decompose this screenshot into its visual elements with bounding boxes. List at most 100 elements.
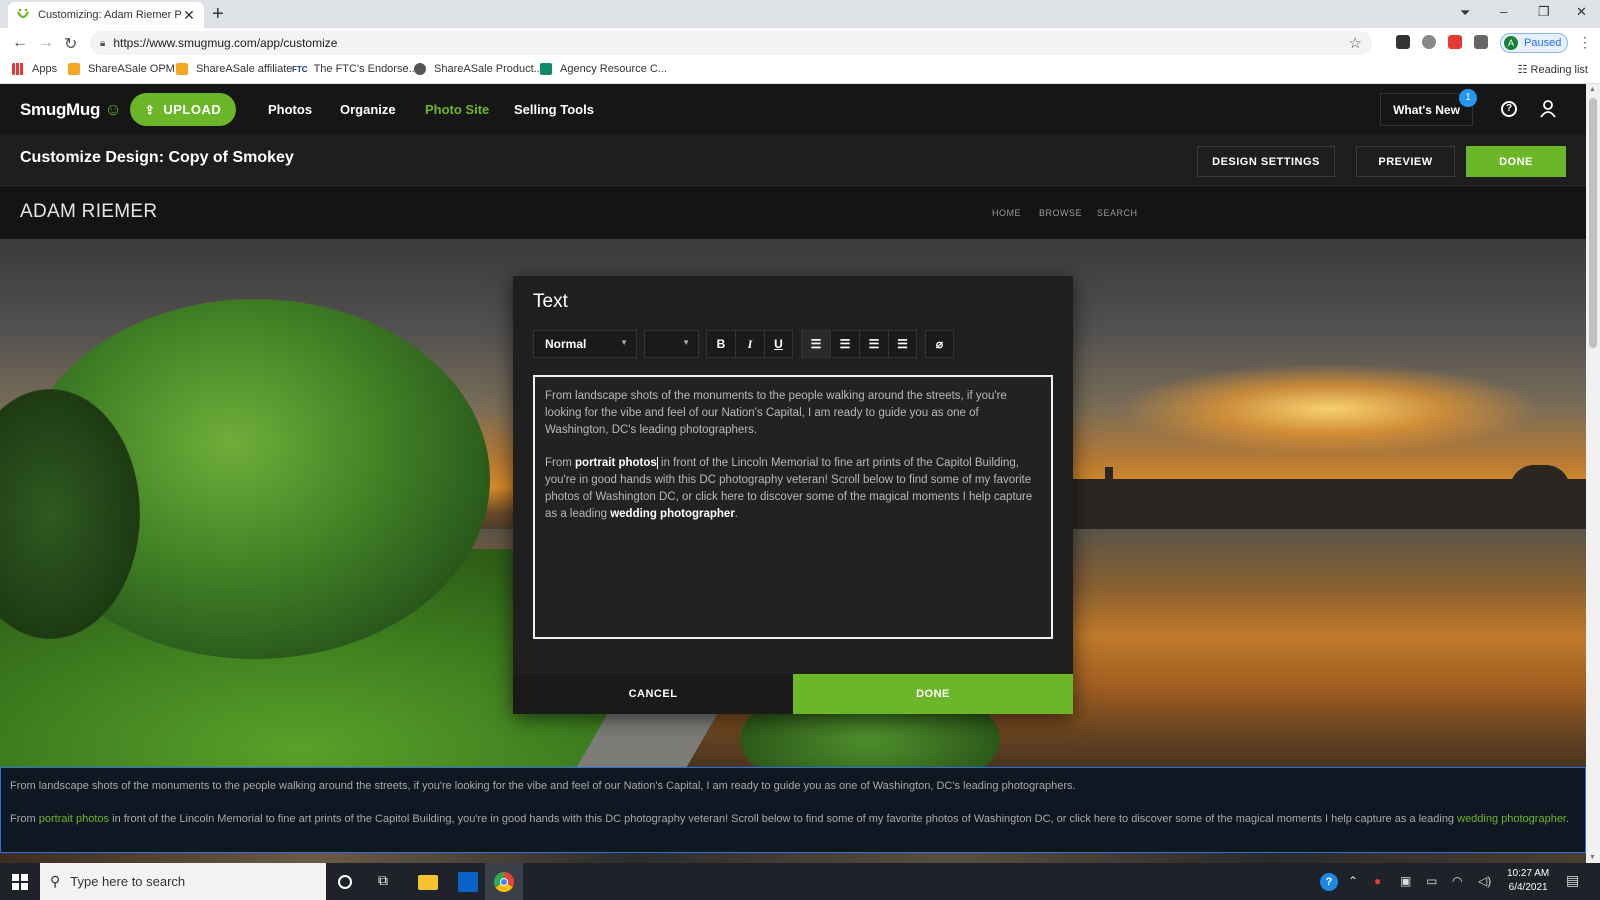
back-icon[interactable]: ← [12,34,28,52]
bookmark-shareasale-affiliate[interactable]: ShareASale affiliate [176,63,292,75]
chrome-taskbar-slot[interactable] [485,863,523,900]
design-settings-button[interactable]: DESIGN SETTINGS [1197,146,1335,177]
site-nav-search[interactable]: SEARCH [1097,208,1138,218]
task-view-icon[interactable]: ⧉ [378,872,398,892]
extension-icon[interactable] [1422,35,1436,49]
browser-tab-strip: Customizing: Adam Riemer Phot ✕ + ⏷ – ❐ … [0,0,1600,28]
text-block-preview[interactable]: From landscape shots of the monuments to… [0,767,1586,853]
bookmark-ftc[interactable]: FTC The FTC's Endorse... [292,63,418,75]
profile-button[interactable]: A Paused [1500,33,1568,53]
format-select[interactable]: Normal ▼ [533,330,637,358]
cancel-button[interactable]: CANCEL [513,674,793,714]
new-tab-icon[interactable]: + [212,3,224,25]
bookmark-shareasale-product[interactable]: ShareASale Product... [414,63,543,75]
italic-button[interactable]: I [735,330,764,358]
bold-button[interactable]: B [706,330,735,358]
link-button[interactable]: ⌀ [925,330,954,358]
align-left-button[interactable]: ☰ [801,330,830,358]
user-account-icon[interactable] [1540,100,1556,118]
file-explorer-icon[interactable] [418,875,438,890]
forward-icon[interactable]: → [38,34,54,52]
scroll-up-icon[interactable]: ▲ [1589,86,1596,93]
taskbar-search-field[interactable]: ⚲ Type here to search [40,863,326,900]
bookmark-label: The FTC's Endorse... [313,63,418,75]
align-right-icon: ☰ [868,337,880,351]
page-scrollbar[interactable]: ▲ ▼ [1586,84,1600,863]
justify-icon: ☰ [897,337,908,351]
align-right-button[interactable]: ☰ [859,330,888,358]
wifi-icon[interactable]: ◠ [1452,874,1462,888]
reading-list[interactable]: ☷ Reading list [1518,63,1588,76]
restore-icon[interactable]: ❐ [1538,4,1550,20]
city-skyline [1050,479,1586,529]
wedding-photographer-link[interactable]: wedding photographer [1457,813,1566,825]
bookmarks-bar: Apps ShareASale OPM ShareASale affiliate… [0,58,1600,84]
nav-organize[interactable]: Organize [340,102,396,117]
align-center-button[interactable]: ☰ [830,330,859,358]
agency-icon [540,63,552,75]
skyline-tower [1105,467,1113,489]
volume-icon[interactable]: ◁) [1478,874,1491,888]
justify-button[interactable]: ☰ [888,330,917,358]
text-editor-dialog: Text Normal ▼ ▼ B I U ☰ ☰ ☰ ☰ ⌀ From lan… [513,276,1073,714]
battery-icon[interactable]: ▭ [1426,874,1437,888]
italic-icon: I [747,336,753,351]
folder-icon [176,63,188,75]
notifications-icon[interactable]: ▤ [1566,872,1579,889]
upload-button[interactable]: ⇪ UPLOAD [130,93,236,126]
extension-icon[interactable] [1448,35,1462,49]
done-button[interactable]: DONE [1466,146,1566,177]
preview-button[interactable]: PREVIEW [1356,146,1455,177]
tab-close-icon[interactable]: ✕ [182,7,196,24]
taskbar-clock[interactable]: 10:27 AM 6/4/2021 [1507,867,1549,895]
puzzle-icon[interactable] [1474,35,1488,49]
cortana-icon[interactable] [338,875,352,889]
format-value: Normal [545,337,587,351]
window-close-icon[interactable]: ✕ [1576,4,1587,20]
scrollbar-thumb[interactable] [1589,98,1597,348]
meet-now-icon[interactable]: ▣ [1400,874,1411,888]
nav-selling-tools[interactable]: Selling Tools [514,102,594,117]
bookmark-star-icon[interactable]: ☆ [1349,34,1362,52]
help-icon[interactable]: ? [1501,101,1517,117]
bookmark-agency-resource[interactable]: Agency Resource C... [540,63,667,75]
bookmark-label: Apps [32,63,58,75]
reload-icon[interactable]: ↻ [64,34,77,54]
outlook-icon[interactable] [458,872,478,892]
nav-photos[interactable]: Photos [268,102,312,117]
portrait-photos-link[interactable]: portrait photos [39,813,109,825]
font-size-select[interactable]: ▼ [644,330,699,358]
browser-tab[interactable]: Customizing: Adam Riemer Phot ✕ [8,2,204,28]
nav-photo-site[interactable]: Photo Site [425,102,489,117]
site-nav-home[interactable]: HOME [992,208,1021,218]
chrome-icon-center [500,878,508,886]
tray-app-icon[interactable]: ● [1374,874,1381,888]
chevron-down-icon: ▼ [682,338,690,347]
portrait-photos-link[interactable]: portrait photos [575,457,657,469]
bookmark-label: ShareASale affiliate [196,63,293,75]
url-field[interactable]: 🔒︎ https://www.smugmug.com/app/customize… [90,31,1372,55]
dialog-done-button[interactable]: DONE [793,674,1073,714]
site-name[interactable]: ADAM RIEMER [20,201,157,223]
text-editor-area[interactable]: From landscape shots of the monuments to… [533,375,1053,639]
bookmark-label: ShareASale Product... [434,63,543,75]
bookmark-label: ShareASale OPM [88,63,175,75]
minimize-icon[interactable]: – [1500,4,1507,19]
site-nav-browse[interactable]: BROWSE [1039,208,1082,218]
tab-search-icon[interactable]: ⏷ [1460,5,1470,21]
search-placeholder: Type here to search [70,874,186,889]
windows-start-icon[interactable] [12,874,28,890]
bookmark-apps[interactable]: Apps [12,63,57,75]
clock-date: 6/4/2021 [1508,882,1548,893]
wedding-photographer-link[interactable]: wedding photographer [610,508,735,520]
help-tray-icon[interactable]: ? [1320,873,1338,891]
search-icon: ⚲ [50,873,61,889]
preview-paragraph-1: From landscape shots of the monuments to… [10,780,1076,792]
underline-button[interactable]: U [764,330,793,358]
smugmug-logo[interactable]: SmugMug ☺︎ [20,100,122,120]
browser-menu-icon[interactable]: ⋮ [1578,34,1592,51]
bookmark-shareasale-opm[interactable]: ShareASale OPM [68,63,175,75]
extension-icon[interactable] [1396,35,1410,49]
tray-chevron-icon[interactable]: ⌃ [1348,874,1358,888]
scroll-down-icon[interactable]: ▼ [1589,854,1596,861]
